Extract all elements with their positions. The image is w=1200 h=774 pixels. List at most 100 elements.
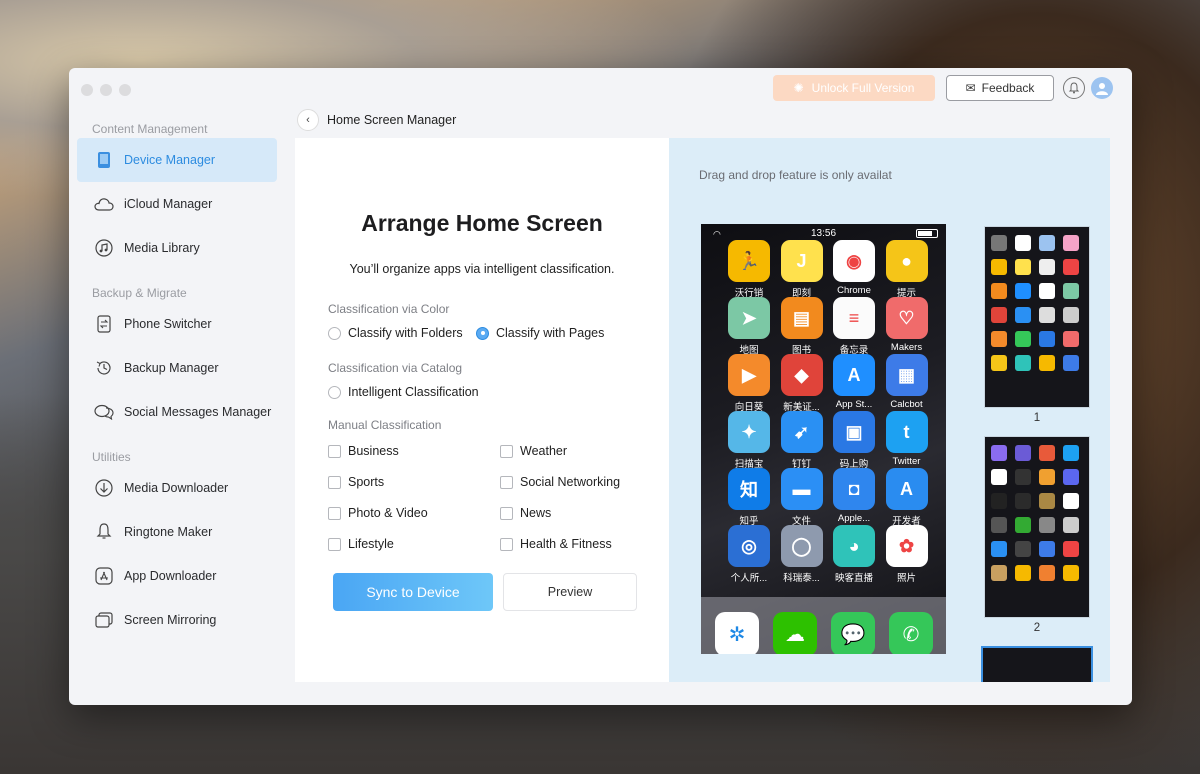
envelope-icon: ✉ bbox=[965, 81, 976, 95]
phone-app-tile[interactable]: J 即刻 bbox=[776, 240, 828, 299]
sidebar-item-icloud-manager[interactable]: iCloud Manager bbox=[77, 182, 277, 226]
zoom-window-button[interactable] bbox=[119, 84, 131, 96]
checkbox-indicator[interactable] bbox=[500, 475, 513, 489]
phone-app-tile[interactable]: ◯ 科瑞泰... bbox=[776, 525, 828, 584]
phone-app-tile[interactable]: ◎ 个人所... bbox=[723, 525, 775, 584]
phone-app-tile[interactable]: ◉ Chrome bbox=[828, 240, 880, 296]
sidebar-item-app-downloader[interactable]: App Downloader bbox=[77, 554, 277, 598]
thumbnail-app-icon bbox=[991, 493, 1007, 509]
sidebar-item-screen-mirroring[interactable]: Screen Mirroring bbox=[77, 598, 277, 642]
phone-app-tile[interactable]: 知知乎 bbox=[723, 468, 775, 527]
thumbnail-app-icon bbox=[991, 541, 1007, 557]
minimize-window-button[interactable] bbox=[100, 84, 112, 96]
page-label-2: 2 bbox=[1033, 622, 1041, 634]
app-icon: ✦ bbox=[728, 411, 770, 453]
phone-app-tile[interactable]: ◕ 映客直播 bbox=[828, 525, 880, 584]
thumbnail-app-icon bbox=[1039, 331, 1055, 347]
phone-icon[interactable]: ✆ bbox=[889, 612, 933, 654]
phone-app-tile[interactable]: ≡ 备忘录 bbox=[828, 297, 880, 356]
checkbox-news[interactable]: News bbox=[500, 506, 551, 520]
checkbox-social-networking[interactable]: Social Networking bbox=[500, 475, 620, 489]
wechat-icon[interactable]: ☁ bbox=[773, 612, 817, 654]
arrange-heading: Arrange Home Screen bbox=[361, 210, 603, 236]
phone-app-tile[interactable]: ✦ 扫描宝 bbox=[723, 411, 775, 470]
thumbnail-app-icon bbox=[991, 565, 1007, 581]
color-classification-label: Classification via Color bbox=[328, 302, 450, 316]
sidebar-item-media-downloader[interactable]: Media Downloader bbox=[77, 466, 277, 510]
checkbox-weather[interactable]: Weather bbox=[500, 444, 567, 458]
checkbox-indicator[interactable] bbox=[500, 444, 513, 458]
app-icon: ◕ bbox=[833, 525, 875, 567]
sync-to-device-button[interactable]: Sync to Device bbox=[333, 573, 493, 611]
notification-bell-icon[interactable] bbox=[1063, 77, 1085, 99]
phone-app-tile[interactable]: A App St... bbox=[828, 354, 880, 410]
sidebar-item-media-library[interactable]: Media Library bbox=[77, 226, 277, 270]
sidebar-item-backup-manager[interactable]: Backup Manager bbox=[77, 346, 277, 390]
unlock-full-version-button[interactable]: ✺ Unlock Full Version bbox=[773, 75, 935, 101]
checkbox-health-fitness[interactable]: Health & Fitness bbox=[500, 537, 612, 551]
phone-app-tile[interactable]: ◆ 新美证... bbox=[776, 354, 828, 413]
page-thumbnail-1[interactable] bbox=[984, 226, 1090, 408]
phone-app-tile[interactable]: t Twitter bbox=[881, 411, 933, 467]
safari-icon[interactable]: ✲ bbox=[715, 612, 759, 654]
phone-app-tile[interactable]: ◘ Apple... bbox=[828, 468, 880, 524]
phone-app-tile[interactable]: ● 提示 bbox=[881, 240, 933, 299]
phone-app-tile[interactable]: ♡ Makers bbox=[881, 297, 933, 353]
checkbox-indicator[interactable] bbox=[328, 537, 341, 551]
backup-clock-icon bbox=[94, 358, 114, 378]
bell-icon bbox=[94, 522, 114, 542]
messages-icon[interactable]: 💬 bbox=[831, 612, 875, 654]
sidebar-item-label: Media Downloader bbox=[124, 481, 229, 495]
checkbox-lifestyle[interactable]: Lifestyle bbox=[328, 537, 394, 551]
radio-intelligent-indicator[interactable] bbox=[328, 385, 341, 399]
checkbox-sports[interactable]: Sports bbox=[328, 475, 384, 489]
thumbnail-app-icon bbox=[991, 259, 1007, 275]
preview-button[interactable]: Preview bbox=[503, 573, 637, 611]
sidebar-item-phone-switcher[interactable]: Phone Switcher bbox=[77, 302, 277, 346]
phone-app-tile[interactable]: ▶ 向日葵 bbox=[723, 354, 775, 413]
phone-app-tile[interactable]: 🏃 沃行销 bbox=[723, 240, 775, 299]
feedback-button[interactable]: ✉ Feedback bbox=[946, 75, 1054, 101]
radio-classify-folders[interactable]: Classify with Folders bbox=[328, 326, 463, 340]
thumbnail-app-icon bbox=[991, 469, 1007, 485]
checkbox-indicator[interactable] bbox=[500, 506, 513, 520]
radio-intelligent-classification[interactable]: Intelligent Classification bbox=[328, 385, 479, 399]
thumbnail-app-icon bbox=[991, 235, 1007, 251]
phone-app-tile[interactable]: A 开发者 bbox=[881, 468, 933, 527]
back-button[interactable]: ‹ bbox=[297, 109, 319, 131]
page-thumbnail-2[interactable] bbox=[984, 436, 1090, 618]
thumbnail-app-icon bbox=[1039, 517, 1055, 533]
sidebar-item-ringtone-maker[interactable]: Ringtone Maker bbox=[77, 510, 277, 554]
user-avatar[interactable] bbox=[1091, 77, 1113, 99]
sidebar-item-label: Ringtone Maker bbox=[124, 525, 213, 539]
phone-app-tile[interactable]: ▣ 码上购 bbox=[828, 411, 880, 470]
radio-pages-indicator[interactable] bbox=[476, 326, 489, 340]
page-thumbnail-3-selected[interactable] bbox=[981, 646, 1093, 682]
phone-app-tile[interactable]: ▦ Calcbot bbox=[881, 354, 933, 410]
phone-app-tile[interactable]: ▬ 文件 bbox=[776, 468, 828, 527]
sidebar-item-device-manager[interactable]: Device Manager bbox=[77, 138, 277, 182]
sidebar-item-social-messages-manager[interactable]: Social Messages Manager bbox=[77, 390, 277, 434]
phone-app-tile[interactable]: ➹ 钉钉 bbox=[776, 411, 828, 470]
checkbox-indicator[interactable] bbox=[328, 444, 341, 458]
title-bar: ✺ Unlock Full Version ✉ Feedback bbox=[69, 68, 1132, 112]
checkbox-business[interactable]: Business bbox=[328, 444, 399, 458]
radio-pages-label: Classify with Pages bbox=[496, 326, 605, 340]
phone-app-tile[interactable]: ▤ 图书 bbox=[776, 297, 828, 356]
thumbnail-app-icon bbox=[1015, 493, 1031, 509]
radio-classify-pages[interactable]: Classify with Pages bbox=[476, 326, 604, 340]
cloud-icon bbox=[94, 194, 114, 214]
radio-folders-indicator[interactable] bbox=[328, 326, 341, 340]
app-icon: A bbox=[833, 354, 875, 396]
checkbox-label: Health & Fitness bbox=[520, 537, 612, 551]
phone-app-tile[interactable]: ➤ 地图 bbox=[723, 297, 775, 356]
close-window-button[interactable] bbox=[81, 84, 93, 96]
app-name: 个人所... bbox=[730, 573, 768, 584]
checkbox-photo-video[interactable]: Photo & Video bbox=[328, 506, 428, 520]
checkbox-indicator[interactable] bbox=[500, 537, 513, 551]
phone-app-tile[interactable]: ✿ 照片 bbox=[881, 525, 933, 584]
thumbnail-app-icon bbox=[1015, 235, 1031, 251]
checkbox-indicator[interactable] bbox=[328, 506, 341, 520]
app-icon: ◘ bbox=[833, 468, 875, 510]
checkbox-indicator[interactable] bbox=[328, 475, 341, 489]
